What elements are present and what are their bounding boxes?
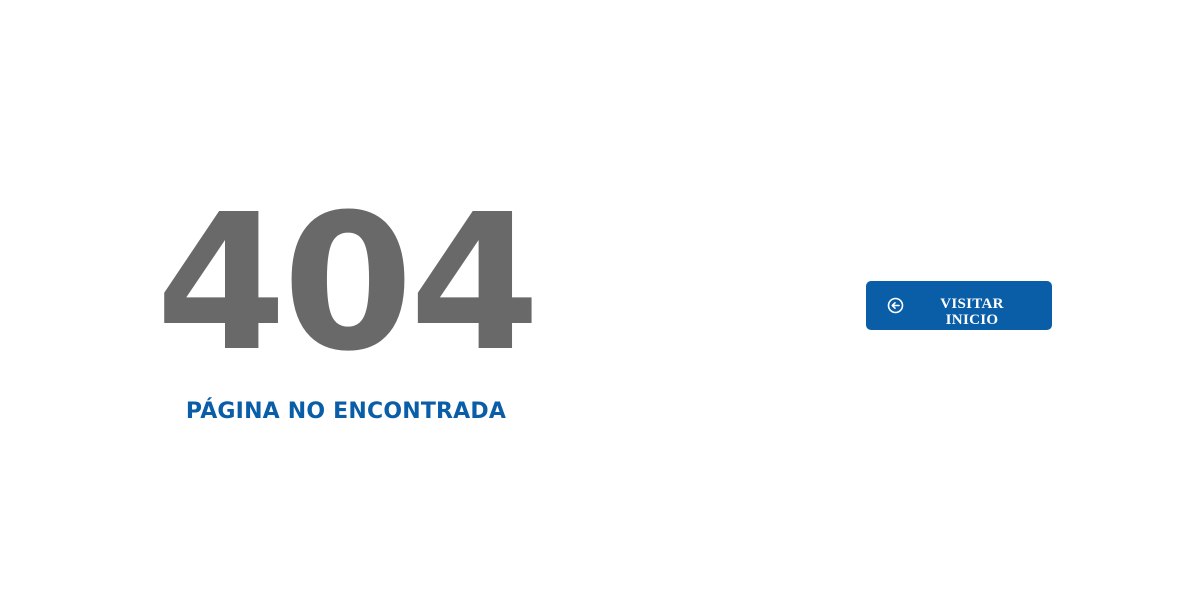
- visit-home-button-label: VISITAR INICIO: [918, 296, 1026, 328]
- visit-home-label-line2: INICIO: [945, 312, 999, 328]
- visit-home-button[interactable]: VISITAR INICIO: [866, 281, 1052, 330]
- arrow-left-circle-icon: [887, 297, 904, 314]
- error-page: 404 PÁGINA NO ENCONTRADA VISITAR INICIO: [0, 0, 1200, 600]
- error-message: PÁGINA NO ENCONTRADA: [185, 399, 507, 424]
- error-code: 404: [155, 174, 540, 393]
- visit-home-label-line1: VISITAR: [940, 296, 1004, 312]
- error-block: 404 PÁGINA NO ENCONTRADA: [140, 174, 552, 426]
